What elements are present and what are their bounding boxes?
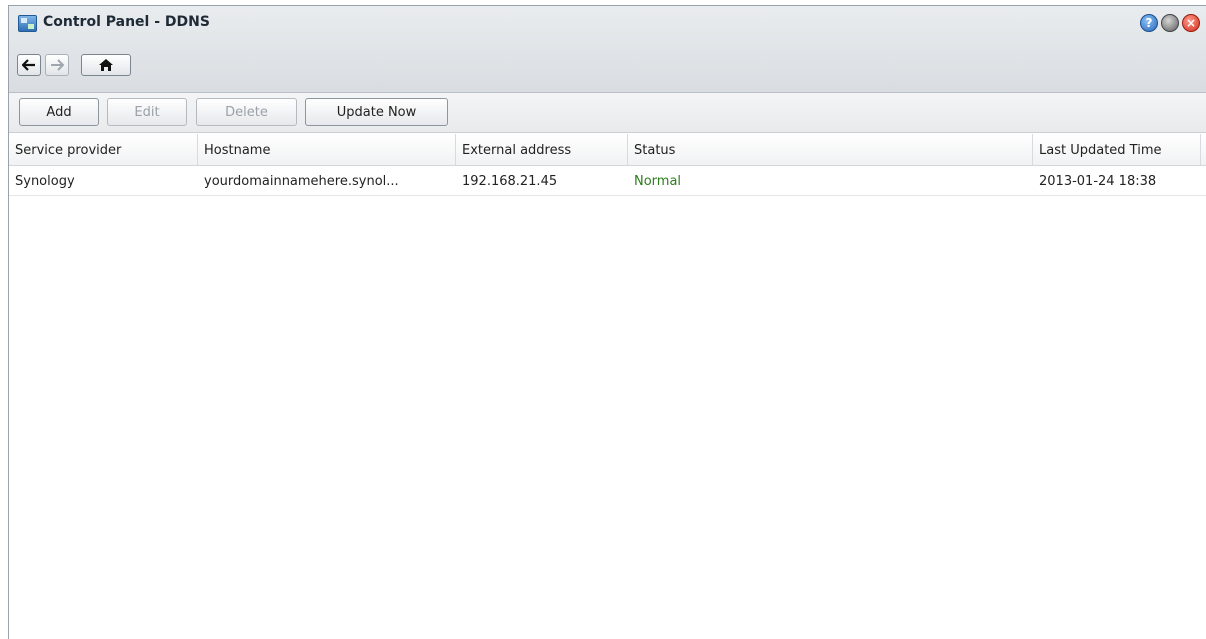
close-icon[interactable]: ×	[1182, 14, 1200, 32]
minimize-icon[interactable]	[1161, 14, 1179, 32]
arrow-left-icon	[22, 59, 35, 71]
back-button[interactable]	[17, 54, 41, 76]
window-title: Control Panel - DDNS	[43, 14, 210, 30]
delete-button[interactable]: Delete	[196, 98, 297, 126]
window-controls: ? ×	[1140, 14, 1200, 32]
arrow-right-icon	[51, 59, 64, 71]
table-header: Service provider Hostname External addre…	[9, 134, 1206, 166]
table-row[interactable]: Synology yourdomainnamehere.synol... 192…	[9, 166, 1206, 196]
home-icon	[99, 59, 113, 71]
cell-status: Normal	[634, 174, 682, 189]
column-header-last-updated-time[interactable]: Last Updated Time	[1033, 134, 1201, 165]
add-button[interactable]: Add	[19, 98, 99, 126]
cell-hostname: yourdomainnamehere.synol...	[204, 174, 399, 189]
column-header-service-provider[interactable]: Service provider	[9, 134, 198, 165]
control-panel-window: Control Panel - DDNS ? × Add Edit Delete…	[8, 5, 1206, 639]
cell-service-provider: Synology	[15, 174, 75, 189]
edit-button[interactable]: Edit	[107, 98, 187, 126]
navigation-bar	[17, 54, 131, 76]
home-button[interactable]	[81, 54, 131, 76]
title-bar: Control Panel - DDNS ? ×	[9, 6, 1206, 93]
column-header-status[interactable]: Status	[628, 134, 1033, 165]
forward-button[interactable]	[45, 54, 69, 76]
column-header-hostname[interactable]: Hostname	[198, 134, 456, 165]
help-icon[interactable]: ?	[1140, 14, 1158, 32]
column-header-external-address[interactable]: External address	[456, 134, 628, 165]
action-toolbar: Add Edit Delete Update Now	[9, 93, 1206, 133]
update-now-button[interactable]: Update Now	[305, 98, 448, 126]
cell-external-address: 192.168.21.45	[462, 174, 558, 189]
cell-last-updated-time: 2013-01-24 18:38	[1039, 174, 1157, 189]
control-panel-icon	[18, 15, 37, 32]
